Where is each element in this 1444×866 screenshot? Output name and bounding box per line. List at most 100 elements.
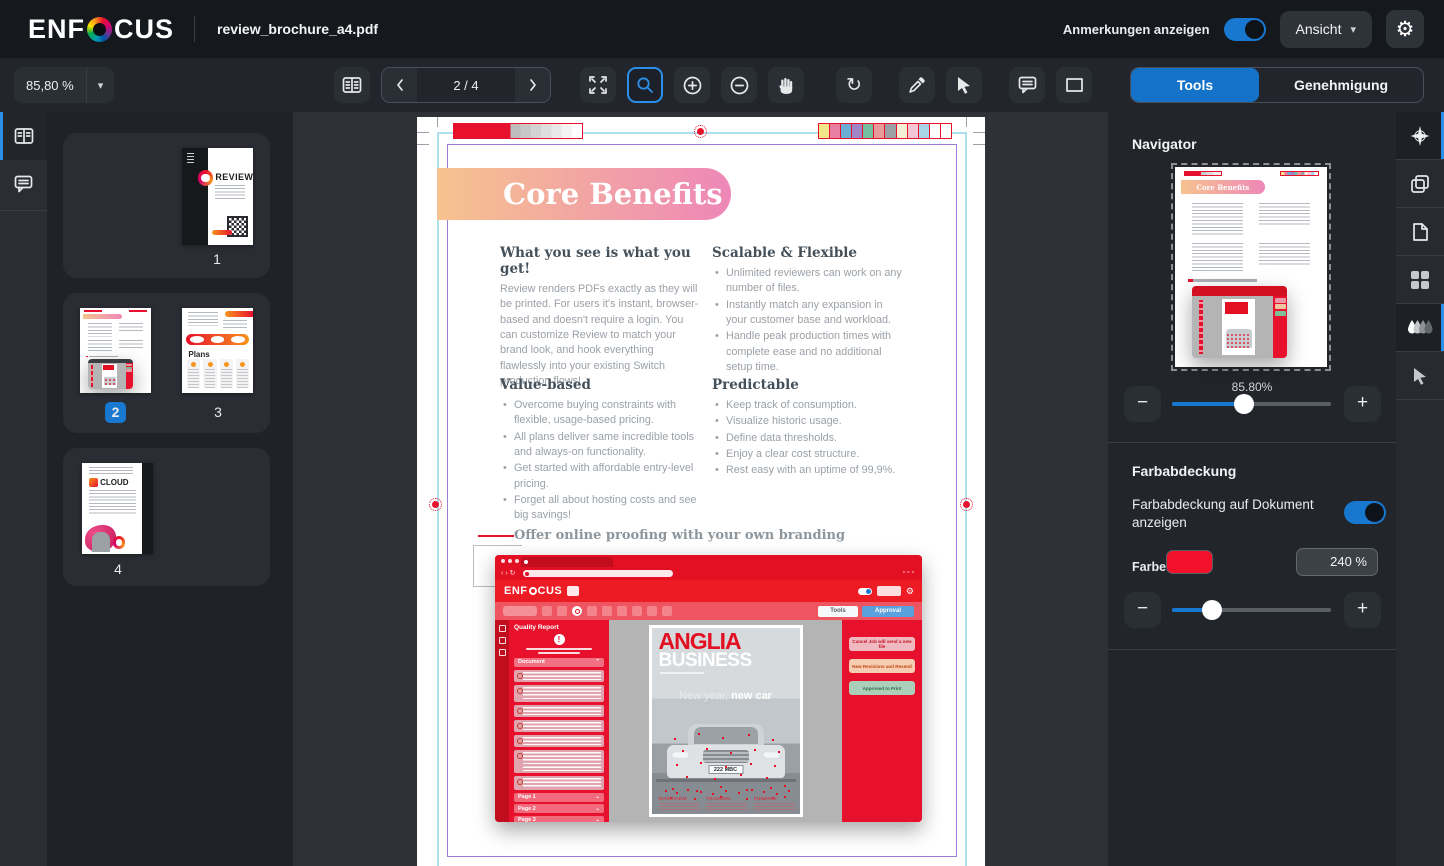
tab-separations[interactable] — [1396, 256, 1444, 304]
section-predictable: Predictable Keep track of consumption. V… — [712, 377, 902, 480]
embedded-view-button — [877, 586, 901, 596]
reader-spread-button[interactable] — [334, 67, 370, 103]
page-1-art: REVIEW — [182, 148, 253, 245]
coverage-title: Farbabdeckung — [1132, 463, 1236, 479]
brand-text-pre: ENF — [28, 14, 85, 45]
thumbnail-card-spread-2: Plans 2 3 — [63, 293, 270, 433]
page-title: Core Benefits — [503, 177, 723, 211]
registration-mark-right — [960, 498, 973, 511]
tab-ink-coverage[interactable] — [1396, 304, 1444, 352]
zoom-in-button[interactable] — [674, 67, 710, 103]
page-indicator: 2 / 4 — [417, 78, 515, 93]
panel-divider — [1108, 442, 1396, 443]
embedded-canvas: ANGLIA BUSINESS New year, new car — [609, 620, 842, 822]
document-canvas[interactable]: Core Benefits What you see is what you g… — [293, 112, 1108, 866]
page-3-art: Plans — [182, 308, 253, 393]
coverage-color-swatch[interactable] — [1166, 550, 1213, 574]
review-logo-icon — [113, 536, 125, 548]
comment-button[interactable] — [1009, 67, 1045, 103]
settings-button[interactable]: ⚙ — [1386, 10, 1424, 48]
navigator-zoom-slider[interactable] — [1172, 402, 1331, 406]
color-calibration-strip — [818, 123, 952, 139]
ink-coverage-overlay-band — [662, 790, 664, 792]
pages-icon — [14, 127, 34, 145]
eyedropper-button[interactable] — [899, 67, 935, 103]
fit-to-screen-button[interactable] — [580, 67, 616, 103]
annotations-toggle[interactable] — [1224, 18, 1266, 41]
view-dropdown-button[interactable]: Ansicht ▾ — [1280, 11, 1372, 48]
tab-tools[interactable]: Tools — [1131, 68, 1259, 102]
navigator-zoom-out-button[interactable]: − — [1124, 386, 1161, 422]
page-2-thumbnail[interactable] — [80, 308, 151, 393]
warning-icon: ! — [554, 634, 565, 645]
rotate-button[interactable]: ↻ — [836, 67, 872, 103]
tab-comments[interactable] — [0, 160, 47, 208]
cursor-icon — [956, 76, 972, 94]
zoom-tool-button[interactable] — [627, 67, 663, 103]
ink-coverage-overlay — [670, 736, 672, 738]
magazine-cover: ANGLIA BUSINESS New year, new car — [649, 625, 803, 817]
next-page-button[interactable] — [515, 67, 550, 103]
page-1-thumbnail[interactable]: REVIEW — [182, 148, 253, 245]
zoom-level-value: 85,80 % — [14, 78, 86, 93]
review-logo-icon — [198, 170, 214, 186]
coverage-toggle-label: Farbabdeckung auf Dokument anzeigen — [1132, 496, 1332, 531]
coverage-slider-knob[interactable] — [1202, 600, 1222, 620]
navigator-zoom-in-button[interactable]: + — [1344, 386, 1381, 422]
navigator-thumbnail[interactable]: Core Benefits — [1175, 167, 1327, 367]
thumbnail-panel: REVIEW 1 — [47, 112, 293, 866]
tab-compare-pages[interactable] — [1396, 160, 1444, 208]
coverage-slider-row: − + — [1108, 592, 1396, 628]
select-tool-button[interactable] — [946, 67, 982, 103]
app-root: ENF CUS review_brochure_a4.pdf Anmerkung… — [0, 0, 1444, 866]
coverage-toggle[interactable] — [1344, 501, 1386, 524]
tab-approval[interactable]: Genehmigung — [1259, 68, 1423, 102]
chevron-down-icon: ▾ — [1350, 23, 1356, 36]
page-3-thumbnail[interactable]: Plans — [182, 308, 253, 393]
coverage-threshold-input[interactable]: 240 % — [1296, 548, 1378, 576]
navigator-page-art: Core Benefits — [1175, 167, 1327, 367]
coverage-decrease-button[interactable]: − — [1124, 592, 1161, 628]
ink-drops-icon — [1407, 319, 1433, 337]
panel-divider — [1108, 649, 1396, 650]
browser-address-bar — [523, 570, 673, 577]
screenshot-caption: Offer online proofing with your own bran… — [514, 528, 845, 543]
eyedropper-icon — [908, 76, 926, 94]
previous-page-button[interactable] — [382, 67, 417, 103]
grid-icon — [1410, 270, 1430, 290]
thumbnail-card-spread-1: REVIEW 1 — [63, 133, 270, 278]
pan-tool-button[interactable] — [768, 67, 804, 103]
rotate-clockwise-icon: ↻ — [846, 76, 862, 95]
navigator-zoom-knob[interactable] — [1234, 394, 1254, 414]
embedded-active-zoom-tool — [572, 606, 582, 616]
page-2-label-active[interactable]: 2 — [105, 402, 126, 423]
hand-icon — [777, 76, 795, 95]
embedded-gear-icon: ⚙ — [906, 586, 914, 597]
frame-tool-button[interactable] — [1056, 67, 1092, 103]
page-4-thumbnail[interactable]: CLOUD — [82, 463, 153, 554]
zoom-out-button[interactable] — [721, 67, 757, 103]
embedded-brand-logo: ENFCUS — [504, 585, 562, 597]
coverage-increase-button[interactable]: + — [1344, 592, 1381, 628]
caption-leader-line — [478, 535, 514, 537]
comment-icon — [1018, 76, 1037, 94]
pdf-page: Core Benefits What you see is what you g… — [417, 117, 985, 866]
topbar-right-group: Anmerkungen anzeigen Ansicht ▾ ⚙ — [1063, 10, 1424, 48]
book-icon — [342, 76, 362, 94]
tab-page-thumbnails[interactable] — [0, 112, 47, 160]
zoom-level-combo[interactable]: 85,80 % ▾ — [14, 67, 114, 103]
magnifier-icon — [636, 76, 654, 94]
chevron-right-icon — [528, 78, 538, 92]
navigator-title: Navigator — [1132, 136, 1197, 152]
right-panel-tabs: Tools Genehmigung — [1130, 67, 1424, 103]
embedded-screenshot: ‹›↻ ▫▫▫ ENFCUS ⚙ — [495, 555, 922, 822]
tab-navigator[interactable] — [1396, 112, 1444, 160]
embedded-browser-chrome: ‹›↻ ▫▫▫ — [495, 555, 922, 580]
coverage-slider[interactable] — [1172, 608, 1331, 612]
tab-inspect[interactable] — [1396, 352, 1444, 400]
zoom-chevron-down-icon: ▾ — [87, 79, 115, 92]
view-dropdown-label: Ansicht — [1296, 21, 1342, 37]
tab-single-page[interactable] — [1396, 208, 1444, 256]
embedded-brand-avatar — [567, 586, 579, 596]
registration-mark-left — [429, 498, 442, 511]
